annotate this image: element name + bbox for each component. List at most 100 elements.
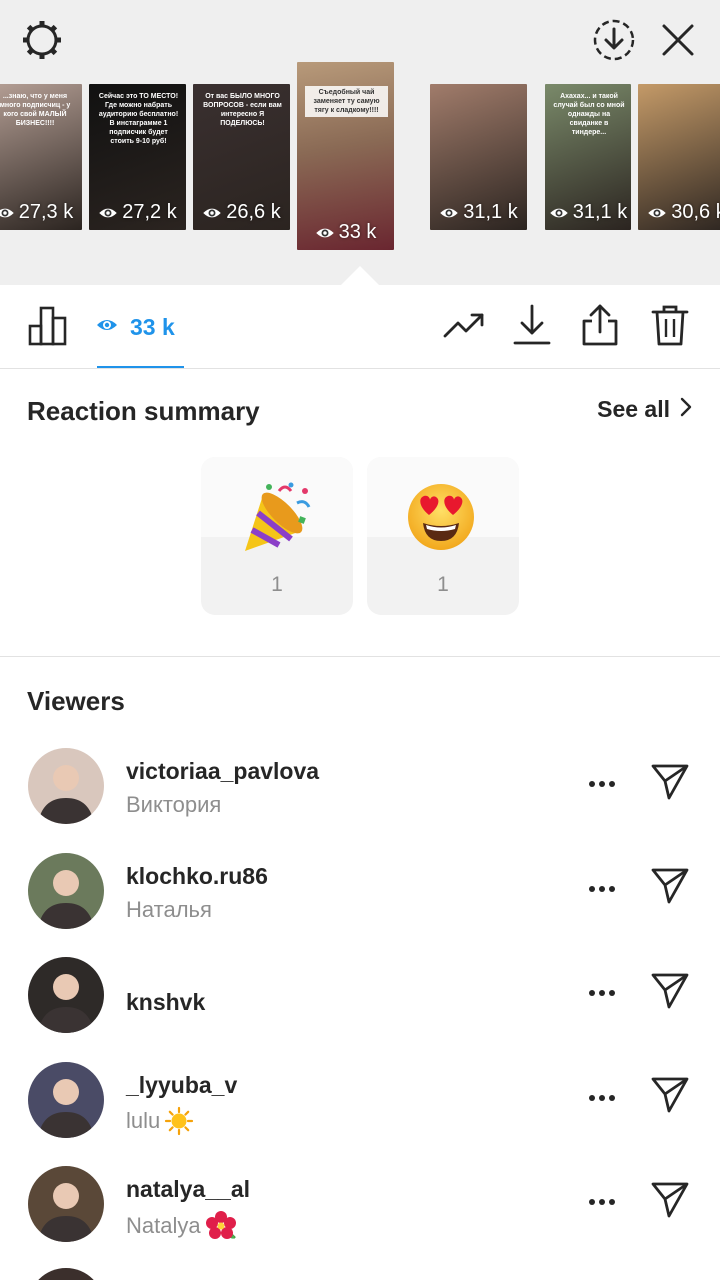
close-button[interactable] xyxy=(656,20,700,64)
story-thumbnail[interactable]: 31,1 k xyxy=(430,84,527,230)
story-view-count-label: 27,2 k xyxy=(122,201,177,223)
eye-icon xyxy=(550,208,568,217)
story-thumbnail-selected[interactable]: Съедобный чай заменяет ту самую тягу к с… xyxy=(297,62,394,250)
paper-plane-icon xyxy=(649,1074,691,1121)
avatar[interactable] xyxy=(28,1061,104,1138)
save-story-button[interactable] xyxy=(590,18,638,66)
viewer-row: natalya__al Natalya xyxy=(0,1154,720,1258)
avatar[interactable] xyxy=(28,1268,104,1280)
eye-icon xyxy=(315,228,334,237)
viewer-full-name: lulu xyxy=(126,1106,194,1136)
paper-plane-icon xyxy=(649,970,691,1017)
eye-icon xyxy=(440,208,458,217)
viewers-title: Viewers xyxy=(27,686,125,716)
more-dots-icon xyxy=(588,1193,616,1211)
viewer-full-name: Наталья xyxy=(126,897,212,923)
paper-plane-icon xyxy=(649,865,691,912)
avatar[interactable] xyxy=(28,852,104,929)
views-tab[interactable]: 33 k xyxy=(96,305,175,349)
story-caption: Ахахах... и такой случай был со мной одн… xyxy=(553,93,625,136)
story-view-count-label: 30,6 k xyxy=(671,201,720,223)
viewer-row: klochko.ru86 Наталья xyxy=(0,841,720,945)
more-options-button[interactable] xyxy=(582,1080,622,1116)
more-dots-icon xyxy=(588,880,616,898)
download-button[interactable] xyxy=(509,303,555,351)
viewer-full-name-text: Виктория xyxy=(126,792,222,817)
send-message-button[interactable] xyxy=(646,865,694,913)
story-view-count-label: 27,3 k xyxy=(18,201,74,223)
story-view-count: 31,1 k xyxy=(545,201,631,224)
story-thumbnail[interactable]: От вас БЫЛО МНОГО ВОПРОСОВ - если вам ин… xyxy=(193,84,290,230)
viewer-username[interactable]: klochko.ru86 xyxy=(126,863,268,890)
story-caption: От вас БЫЛО МНОГО ВОПРОСОВ - если вам ин… xyxy=(203,93,282,127)
trending-up-icon xyxy=(442,310,486,345)
paper-plane-icon xyxy=(649,1179,691,1226)
story-thumbnails: ...знаю, что у меня много подписчиц - у … xyxy=(0,62,720,272)
viewer-username[interactable]: victoriaa_pavlova xyxy=(126,758,319,785)
story-view-count: 31,1 k xyxy=(430,201,527,224)
views-tab-indicator xyxy=(97,366,184,368)
settings-button[interactable] xyxy=(18,18,66,66)
story-view-count-label: 26,6 k xyxy=(226,201,281,223)
send-message-button[interactable] xyxy=(646,969,694,1017)
viewer-row: victoriaa_pavlova Виктория xyxy=(0,736,720,840)
views-count: 33 k xyxy=(130,313,175,340)
viewer-full-name: Виктория xyxy=(126,792,221,818)
delete-button[interactable] xyxy=(646,303,694,351)
viewer-full-name-text: Наталья xyxy=(126,896,212,922)
reaction-summary-title: Reaction summary xyxy=(27,396,260,426)
promote-button[interactable] xyxy=(440,305,488,349)
section-divider xyxy=(0,656,720,657)
story-thumbnail[interactable]: ...знаю, что у меня много подписчиц - у … xyxy=(0,84,82,230)
story-thumbnail[interactable]: 30,6 k xyxy=(638,84,720,230)
story-toolbar: 33 k xyxy=(0,285,720,369)
chevron-right-icon xyxy=(680,396,692,423)
share-button[interactable] xyxy=(577,303,623,351)
eye-icon xyxy=(0,208,14,217)
reaction-card-party[interactable]: 1 xyxy=(201,457,353,615)
avatar[interactable] xyxy=(28,957,104,1033)
insights-button[interactable] xyxy=(24,303,72,351)
gear-icon xyxy=(20,18,64,67)
avatar[interactable] xyxy=(28,748,104,824)
viewer-row: knshvk xyxy=(0,945,720,1049)
reaction-count: 1 xyxy=(437,573,449,596)
story-view-count: 33 k xyxy=(297,221,394,244)
more-options-button[interactable] xyxy=(582,766,622,802)
story-caption: Съедобный чай заменяет ту самую тягу к с… xyxy=(305,86,388,117)
story-view-count-label: 31,1 k xyxy=(463,201,518,223)
avatar[interactable] xyxy=(28,1166,104,1242)
viewer-username[interactable]: knshvk xyxy=(126,989,205,1016)
sun-icon xyxy=(164,1106,194,1136)
story-view-count: 26,6 k xyxy=(193,201,290,224)
eye-icon xyxy=(99,208,117,217)
more-dots-icon xyxy=(588,984,616,1002)
viewer-username[interactable]: natalya__al xyxy=(126,1176,250,1203)
eye-icon xyxy=(203,208,221,217)
more-options-button[interactable] xyxy=(582,975,622,1011)
more-dots-icon xyxy=(588,1089,616,1107)
viewer-full-name: Natalya xyxy=(126,1210,237,1242)
story-thumbnail[interactable]: Ахахах... и такой случай был со мной одн… xyxy=(545,84,631,230)
see-all-link[interactable]: See all xyxy=(597,396,692,423)
send-message-button[interactable] xyxy=(646,1178,694,1226)
reaction-count: 1 xyxy=(271,573,283,596)
more-options-button[interactable] xyxy=(582,1184,622,1220)
story-caption: Сейчас это ТО МЕСТО! Где можно набрать а… xyxy=(98,93,179,145)
story-view-count-label: 31,1 k xyxy=(572,201,628,223)
reaction-card-heart-eyes[interactable]: 1 xyxy=(367,457,519,615)
send-message-button[interactable] xyxy=(646,1074,694,1122)
bar-chart-icon xyxy=(27,304,69,351)
viewer-full-name-text: lulu xyxy=(126,1107,161,1133)
hibiscus-icon xyxy=(205,1210,237,1242)
more-options-button[interactable] xyxy=(582,871,622,907)
viewer-username[interactable]: _lyyuba_v xyxy=(126,1072,237,1099)
more-dots-icon xyxy=(588,775,616,793)
see-all-label: See all xyxy=(597,396,670,422)
story-view-count: 27,3 k xyxy=(0,201,82,224)
story-thumbnail[interactable]: Сейчас это ТО МЕСТО! Где можно набрать а… xyxy=(89,84,186,230)
send-message-button[interactable] xyxy=(646,760,694,808)
story-view-count: 30,6 k xyxy=(638,201,720,224)
story-view-count: 27,2 k xyxy=(89,201,186,224)
download-circle-icon xyxy=(592,18,636,67)
